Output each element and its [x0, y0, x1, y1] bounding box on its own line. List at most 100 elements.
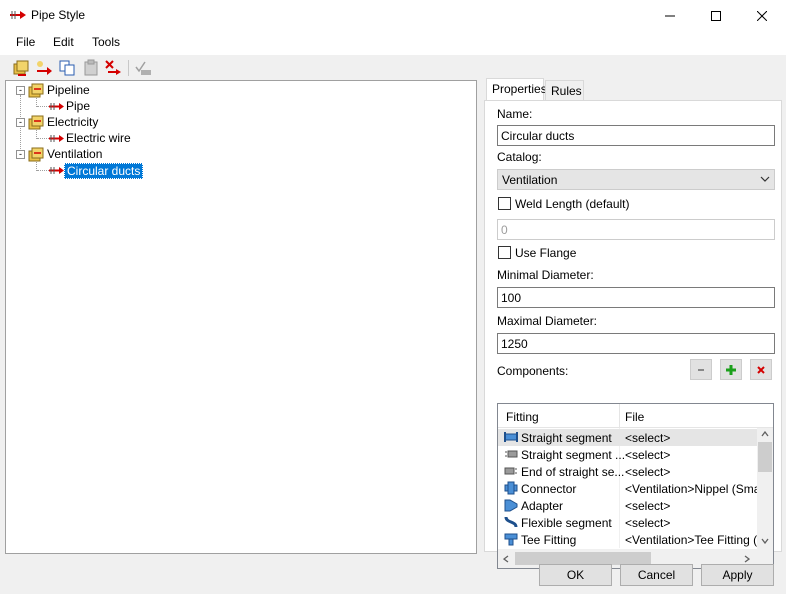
fitting-cell: Flexible segment [521, 516, 612, 530]
ok-button[interactable]: OK [539, 564, 612, 586]
file-cell[interactable]: <select> [625, 499, 670, 513]
delete-component-button[interactable] [750, 359, 772, 380]
tree-item-electric-wire[interactable]: Electric wire [66, 131, 131, 145]
folder-group-icon [28, 147, 44, 162]
adapter-icon [504, 499, 518, 512]
menu-tools[interactable]: Tools [92, 35, 120, 49]
name-field[interactable]: Circular ducts [497, 125, 775, 146]
fitting-cell: Tee Fitting [521, 533, 577, 547]
table-row[interactable]: Tee Fitting <Ventilation>Tee Fitting (Sm [498, 531, 757, 548]
chevron-right-icon[interactable] [744, 555, 750, 563]
file-cell[interactable]: <select> [625, 465, 670, 479]
tab-properties[interactable]: Properties [486, 78, 547, 100]
vertical-scroll-thumb[interactable] [758, 442, 772, 472]
tree-expander[interactable]: - [16, 118, 25, 127]
table-row[interactable]: Flexible segment <select> [498, 514, 757, 531]
table-row[interactable]: Connector <Ventilation>Nippel (Smart).c [498, 480, 757, 497]
header-divider [619, 404, 620, 428]
add-group-icon[interactable] [12, 59, 30, 77]
connector-icon [504, 481, 518, 495]
catalog-select[interactable]: Ventilation [497, 169, 775, 190]
menu-edit[interactable]: Edit [53, 35, 74, 49]
maximize-icon [711, 10, 721, 21]
pipe-style-icon [10, 11, 26, 19]
vertical-scrollbar[interactable] [757, 428, 773, 549]
table-row[interactable]: End of straight se... <select> [498, 463, 757, 480]
title-bar: Pipe Style [0, 0, 786, 31]
tee-fitting-icon [504, 533, 518, 546]
close-icon [757, 365, 765, 374]
fitting-cell: Straight segment ... [521, 448, 626, 462]
plus-icon [726, 364, 736, 375]
close-icon [757, 10, 767, 21]
table-row[interactable]: Straight segment <select> [498, 429, 757, 446]
maximize-button[interactable] [693, 0, 739, 31]
chevron-down-icon[interactable] [761, 538, 769, 544]
pipe-style-icon [49, 103, 64, 110]
cancel-button[interactable]: Cancel [620, 564, 693, 586]
table-row[interactable]: Adapter <select> [498, 497, 757, 514]
toolbar [0, 55, 786, 80]
name-label: Name: [497, 107, 533, 121]
flexible-segment-icon [504, 516, 518, 528]
max-diameter-field[interactable]: 1250 [497, 333, 775, 354]
fitting-cell: Connector [521, 482, 577, 496]
straight-segment-icon [504, 432, 518, 442]
max-diameter-label: Maximal Diameter: [497, 314, 598, 328]
tab-rules[interactable]: Rules [545, 80, 584, 100]
close-button[interactable] [739, 0, 785, 31]
grid-header: Fitting File [498, 404, 773, 428]
tree-item-pipe[interactable]: Pipe [66, 99, 90, 113]
components-label: Components: [497, 364, 569, 378]
tree-expander[interactable]: - [16, 150, 25, 159]
table-row[interactable]: Straight segment ... <select> [498, 446, 757, 463]
header-fitting[interactable]: Fitting [506, 410, 539, 424]
weld-length-checkbox[interactable] [498, 197, 511, 210]
file-cell[interactable]: <select> [625, 431, 670, 445]
properties-page: Name: Circular ducts Catalog: Ventilatio… [484, 100, 782, 569]
menu-bar: File Edit Tools [0, 31, 786, 55]
tree-expander[interactable]: - [16, 86, 25, 95]
pipe-style-icon [49, 135, 64, 142]
toolbar-separator [128, 60, 129, 76]
delete-icon[interactable] [104, 59, 122, 77]
chevron-left-icon[interactable] [503, 555, 509, 563]
properties-panel: Properties Rules Name: Circular ducts Ca… [484, 78, 782, 569]
minus-icon [698, 368, 704, 371]
file-cell[interactable]: <Ventilation>Tee Fitting (Sm [625, 533, 757, 547]
weld-length-field[interactable]: 0 [497, 219, 775, 240]
folder-group-icon [28, 83, 44, 98]
file-cell[interactable]: <Ventilation>Nippel (Smart).c [625, 482, 757, 496]
fitting-cell: Straight segment [521, 431, 612, 445]
straight-segment-end-icon [505, 450, 518, 458]
header-file[interactable]: File [625, 410, 644, 424]
minimize-button[interactable] [647, 0, 693, 31]
chevron-up-icon[interactable] [761, 431, 769, 437]
fitting-cell: End of straight se... [521, 465, 625, 479]
check-icon[interactable] [134, 59, 152, 77]
add-style-icon[interactable] [35, 59, 53, 77]
remove-component-button[interactable] [690, 359, 712, 380]
weld-length-label: Weld Length (default) [515, 197, 630, 211]
min-diameter-label: Minimal Diameter: [497, 268, 594, 282]
copy-icon[interactable] [58, 59, 76, 77]
file-cell[interactable]: <select> [625, 448, 670, 462]
min-diameter-field[interactable]: 100 [497, 287, 775, 308]
tree-item-pipeline[interactable]: Pipeline [47, 83, 90, 97]
use-flange-checkbox[interactable] [498, 246, 511, 259]
style-tree[interactable]: - Pipeline Pipe - Electricity Electric w… [5, 80, 477, 554]
tree-item-ventilation[interactable]: Ventilation [47, 147, 102, 161]
apply-button[interactable]: Apply [701, 564, 774, 586]
add-component-button[interactable] [720, 359, 742, 380]
folder-group-icon [28, 115, 44, 130]
tree-item-circular-ducts[interactable]: Circular ducts [64, 163, 144, 179]
chevron-down-icon [760, 176, 770, 182]
file-cell[interactable]: <select> [625, 516, 670, 530]
catalog-label: Catalog: [497, 150, 542, 164]
components-grid[interactable]: Fitting File Straight segment <select> S… [497, 403, 774, 569]
paste-icon[interactable] [82, 59, 100, 77]
minimize-icon [665, 15, 675, 16]
catalog-selected-value: Ventilation [502, 173, 558, 187]
tree-item-electricity[interactable]: Electricity [47, 115, 98, 129]
menu-file[interactable]: File [16, 35, 35, 49]
